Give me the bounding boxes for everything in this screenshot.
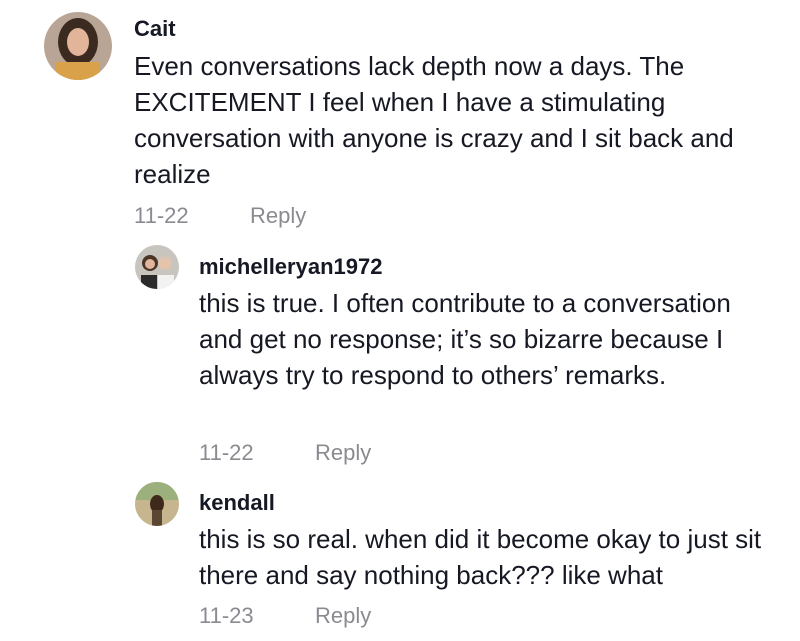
avatar[interactable] (135, 482, 179, 526)
comment-date: 11-22 (134, 203, 189, 228)
comment-text: this is true. I often contribute to a co… (199, 288, 731, 390)
reply-button[interactable]: Reply (315, 440, 371, 466)
comment-meta: 11-22 Reply (199, 440, 371, 466)
username[interactable]: kendall (199, 490, 275, 516)
comment-text: this is so real. when did it become okay… (199, 524, 762, 590)
comment-meta: 11-23 Reply (199, 603, 371, 629)
avatar[interactable] (135, 245, 179, 289)
comment-date: 11-23 (199, 603, 254, 628)
comment-date: 11-22 (199, 440, 254, 465)
username[interactable]: michelleryan1972 (199, 254, 382, 280)
reply-button[interactable]: Reply (315, 603, 371, 629)
comment-meta: 11-22 Reply (134, 203, 306, 229)
reply-button[interactable]: Reply (250, 203, 306, 229)
avatar[interactable] (44, 12, 112, 80)
comment-text: Even conversations lack depth now a days… (134, 51, 734, 189)
username[interactable]: Cait (134, 16, 176, 42)
